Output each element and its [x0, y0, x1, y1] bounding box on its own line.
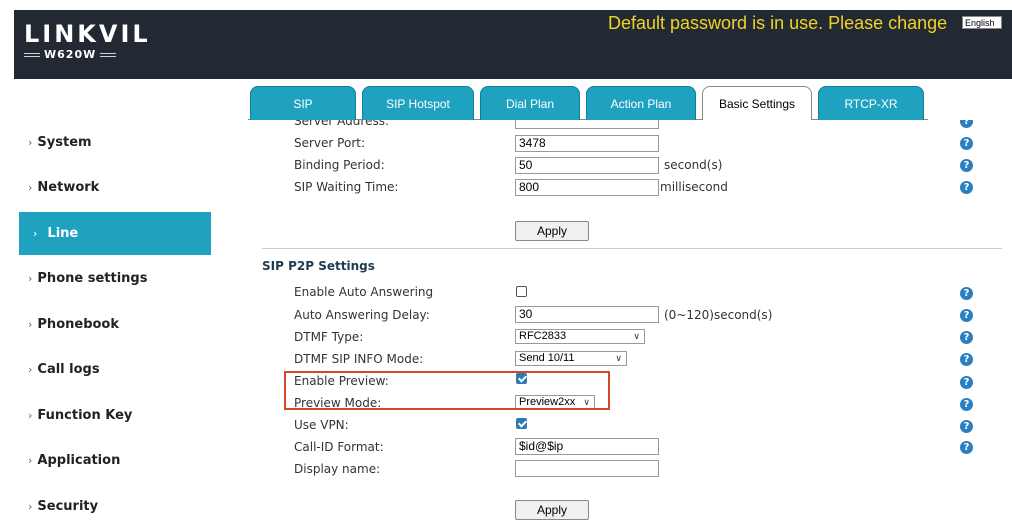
- display-name-input[interactable]: [515, 460, 659, 477]
- help-icon[interactable]: ?: [960, 398, 973, 411]
- sidebar-item-label: Network: [37, 179, 100, 195]
- server-port-input[interactable]: 3478: [515, 135, 659, 152]
- chevron-right-icon: ›: [28, 362, 33, 376]
- tab-action-plan[interactable]: Action Plan: [586, 86, 696, 120]
- dtmf-sip-info-label: DTMF SIP INFO Mode:: [294, 352, 424, 366]
- server-address-input[interactable]: [515, 120, 659, 129]
- auto-answer-delay-input[interactable]: 30: [515, 306, 659, 323]
- help-icon[interactable]: ?: [960, 353, 973, 366]
- sidebar-item-label: Call logs: [37, 361, 100, 377]
- dtmf-type-label: DTMF Type:: [294, 330, 364, 344]
- server-port-label: Server Port:: [294, 136, 365, 150]
- sidebar-item-system[interactable]: › System: [20, 120, 212, 164]
- help-icon[interactable]: ?: [960, 441, 973, 454]
- sidebar-item-application[interactable]: › Application: [20, 438, 212, 482]
- help-icon[interactable]: ?: [960, 120, 973, 128]
- chevron-down-icon: ∨: [615, 353, 622, 363]
- sidebar-item-security[interactable]: › Security: [20, 484, 212, 528]
- apply-button[interactable]: Apply: [515, 500, 589, 520]
- chevron-right-icon: ›: [28, 499, 33, 513]
- use-vpn-checkbox[interactable]: [516, 418, 527, 429]
- tab-sip-hotspot[interactable]: SIP Hotspot: [362, 86, 474, 120]
- chevron-right-icon: ›: [28, 453, 33, 467]
- scrolled-row-clip: Server Address: ?: [262, 120, 1007, 132]
- tab-dial-plan[interactable]: Dial Plan: [480, 86, 580, 120]
- call-id-format-label: Call-ID Format:: [294, 440, 384, 454]
- auto-answer-delay-unit: (0~120)second(s): [664, 308, 773, 322]
- chevron-down-icon: ∨: [633, 331, 640, 341]
- auto-answer-checkbox[interactable]: [516, 286, 527, 297]
- chevron-right-icon: ›: [28, 408, 33, 422]
- sidebar-item-label: Application: [37, 452, 121, 468]
- dtmf-sip-info-select[interactable]: Send 10/11 ∨: [515, 351, 627, 366]
- call-id-format-input[interactable]: $id@$ip: [515, 438, 659, 455]
- chevron-right-icon: ›: [33, 227, 38, 240]
- server-address-label: Server Address:: [294, 120, 389, 128]
- password-warning[interactable]: Default password is in use. Please chang…: [608, 12, 947, 34]
- sip-waiting-time-label: SIP Waiting Time:: [294, 180, 399, 194]
- sidebar-item-phonebook[interactable]: › Phonebook: [20, 302, 212, 346]
- sidebar-item-label: System: [37, 134, 92, 150]
- help-icon[interactable]: ?: [960, 159, 973, 172]
- sidebar-item-label: Function Key: [37, 407, 133, 423]
- sidebar-top-curve: [14, 79, 214, 119]
- brand-logo: LINKVIL W620W: [24, 20, 151, 61]
- help-icon[interactable]: ?: [960, 309, 973, 322]
- help-icon[interactable]: ?: [960, 331, 973, 344]
- language-select[interactable]: English: [962, 16, 1002, 29]
- display-name-label: Display name:: [294, 462, 381, 476]
- dtmf-type-value: RFC2833: [519, 330, 567, 342]
- chevron-right-icon: ›: [28, 135, 33, 149]
- chevron-right-icon: ›: [28, 271, 33, 285]
- sidebar-item-function-key[interactable]: › Function Key: [20, 393, 212, 437]
- sidebar-item-network[interactable]: › Network: [20, 165, 212, 209]
- help-icon[interactable]: ?: [960, 137, 973, 150]
- auto-answer-delay-label: Auto Answering Delay:: [294, 308, 430, 322]
- chevron-right-icon: ›: [28, 180, 33, 194]
- section-title: SIP P2P Settings: [262, 259, 375, 273]
- logo-wordmark: LINKVIL: [24, 20, 151, 48]
- logo-model: W620W: [24, 48, 151, 61]
- sidebar-item-label: Line: [47, 226, 79, 241]
- sidebar-item-label: Phonebook: [37, 316, 120, 332]
- sidebar-item-call-logs[interactable]: › Call logs: [20, 347, 212, 391]
- sip-waiting-time-input[interactable]: 800: [515, 179, 659, 196]
- binding-period-unit: second(s): [664, 158, 723, 172]
- sidebar-item-label: Phone settings: [37, 270, 148, 286]
- help-icon[interactable]: ?: [960, 181, 973, 194]
- sip-waiting-time-unit: millisecond: [660, 180, 728, 194]
- section-divider: [262, 248, 1002, 249]
- sidebar-item-phone-settings[interactable]: › Phone settings: [20, 256, 212, 300]
- help-icon[interactable]: ?: [960, 287, 973, 300]
- tab-rtcp-xr[interactable]: RTCP-XR: [818, 86, 924, 120]
- dtmf-type-select[interactable]: RFC2833 ∨: [515, 329, 645, 344]
- use-vpn-label: Use VPN:: [294, 418, 349, 432]
- sidebar-item-line[interactable]: › Line: [19, 212, 211, 255]
- help-icon[interactable]: ?: [960, 420, 973, 433]
- model-name: W620W: [44, 48, 97, 61]
- binding-period-label: Binding Period:: [294, 158, 385, 172]
- sidebar-item-label: Security: [37, 498, 99, 514]
- tab-sip[interactable]: SIP: [250, 86, 356, 120]
- tab-basic-settings[interactable]: Basic Settings: [702, 86, 812, 120]
- highlight-box: [284, 371, 610, 410]
- chevron-right-icon: ›: [28, 317, 33, 331]
- dtmf-sip-info-value: Send 10/11: [519, 352, 575, 364]
- binding-period-input[interactable]: 50: [515, 157, 659, 174]
- apply-button[interactable]: Apply: [515, 221, 589, 241]
- help-icon[interactable]: ?: [960, 376, 973, 389]
- auto-answer-label: Enable Auto Answering: [294, 285, 434, 299]
